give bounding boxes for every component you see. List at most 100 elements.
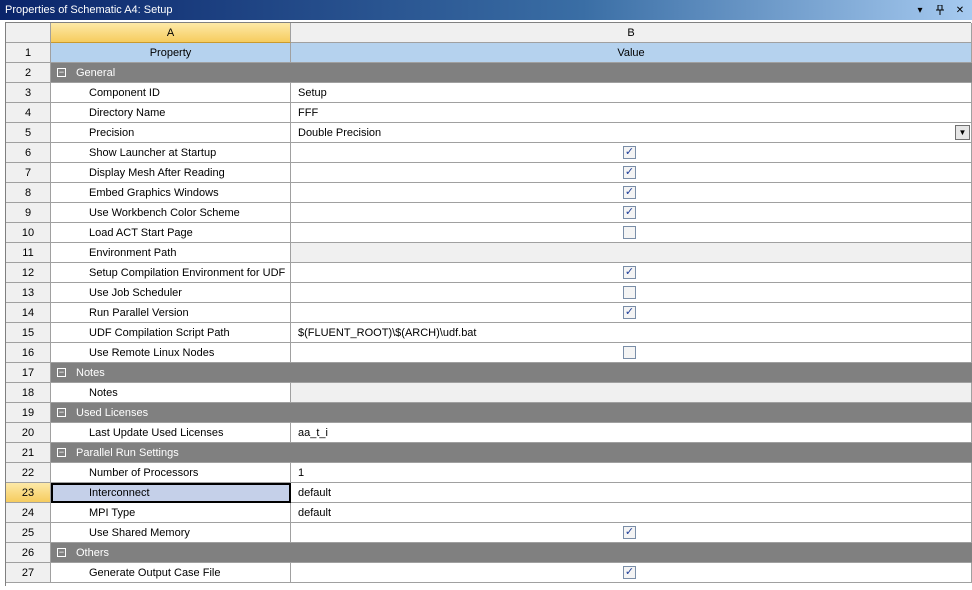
section-header[interactable]: − Used Licenses <box>51 403 972 423</box>
property-row[interactable]: 8 Embed Graphics Windows ✓ <box>6 183 972 203</box>
property-row[interactable]: 5 Precision Double Precision ▼ <box>6 123 972 143</box>
section-row[interactable]: 19− Used Licenses <box>6 403 972 423</box>
property-label[interactable]: Component ID <box>51 83 291 103</box>
property-label[interactable]: Use Workbench Color Scheme <box>51 203 291 223</box>
property-label[interactable]: Generate Output Case File <box>51 563 291 583</box>
property-value[interactable] <box>291 383 972 403</box>
property-label[interactable]: Show Launcher at Startup <box>51 143 291 163</box>
dropdown-arrow-icon[interactable]: ▼ <box>955 125 970 140</box>
section-header[interactable]: − Others <box>51 543 972 563</box>
row-number[interactable]: 6 <box>6 143 51 163</box>
property-value[interactable]: $(FLUENT_ROOT)\$(ARCH)\udf.bat <box>291 323 972 343</box>
precision-dropdown[interactable]: Double Precision ▼ <box>291 123 972 143</box>
property-label[interactable]: Display Mesh After Reading <box>51 163 291 183</box>
property-value[interactable]: 1 <box>291 463 972 483</box>
row-number[interactable]: 23 <box>6 483 51 503</box>
property-value[interactable]: default <box>291 483 972 503</box>
checkbox-checked[interactable]: ✓ <box>623 526 636 539</box>
checkbox-checked[interactable]: ✓ <box>623 186 636 199</box>
collapse-icon[interactable]: − <box>57 448 66 457</box>
section-header[interactable]: − Parallel Run Settings <box>51 443 972 463</box>
collapse-icon[interactable]: − <box>57 548 66 557</box>
checkbox-checked[interactable]: ✓ <box>623 566 636 579</box>
row-number[interactable]: 4 <box>6 103 51 123</box>
row-number[interactable]: 12 <box>6 263 51 283</box>
property-label[interactable]: Precision <box>51 123 291 143</box>
property-label[interactable]: Load ACT Start Page <box>51 223 291 243</box>
property-value[interactable]: aa_t_i <box>291 423 972 443</box>
property-label[interactable]: Setup Compilation Environment for UDF <box>51 263 291 283</box>
property-row[interactable]: 3 Component ID Setup <box>6 83 972 103</box>
pin-icon[interactable] <box>930 0 950 20</box>
checkbox-unchecked[interactable] <box>623 226 636 239</box>
row-number[interactable]: 7 <box>6 163 51 183</box>
property-label[interactable]: Embed Graphics Windows <box>51 183 291 203</box>
row-number[interactable]: 1 <box>6 43 51 63</box>
property-row[interactable]: 15 UDF Compilation Script Path $(FLUENT_RO… <box>6 323 972 343</box>
property-label[interactable]: Use Remote Linux Nodes <box>51 343 291 363</box>
property-label[interactable]: Use Shared Memory <box>51 523 291 543</box>
property-row[interactable]: 23 Interconnect default <box>6 483 972 503</box>
row-number[interactable]: 10 <box>6 223 51 243</box>
section-row[interactable]: 26− Others <box>6 543 972 563</box>
row-number[interactable]: 15 <box>6 323 51 343</box>
column-header-a[interactable]: A <box>51 23 291 43</box>
row-number[interactable]: 21 <box>6 443 51 463</box>
property-row[interactable]: 13 Use Job Scheduler <box>6 283 972 303</box>
row-number[interactable]: 22 <box>6 463 51 483</box>
property-row[interactable]: 6 Show Launcher at Startup ✓ <box>6 143 972 163</box>
property-label[interactable]: Notes <box>51 383 291 403</box>
property-row[interactable]: 22 Number of Processors 1 <box>6 463 972 483</box>
row-number[interactable]: 25 <box>6 523 51 543</box>
section-header[interactable]: − General <box>51 63 972 83</box>
corner-cell[interactable] <box>6 23 51 43</box>
property-label[interactable]: Interconnect <box>51 483 291 503</box>
row-number[interactable]: 8 <box>6 183 51 203</box>
property-row[interactable]: 9 Use Workbench Color Scheme ✓ <box>6 203 972 223</box>
property-row[interactable]: 24 MPI Type default <box>6 503 972 523</box>
checkbox-checked[interactable]: ✓ <box>623 146 636 159</box>
property-label[interactable]: Last Update Used Licenses <box>51 423 291 443</box>
property-value[interactable] <box>291 243 972 263</box>
row-number[interactable]: 20 <box>6 423 51 443</box>
column-header-b[interactable]: B <box>291 23 972 43</box>
section-row[interactable]: 17− Notes <box>6 363 972 383</box>
checkbox-checked[interactable]: ✓ <box>623 206 636 219</box>
row-number[interactable]: 11 <box>6 243 51 263</box>
collapse-icon[interactable]: − <box>57 368 66 377</box>
property-value[interactable]: Setup <box>291 83 972 103</box>
row-number[interactable]: 14 <box>6 303 51 323</box>
row-number[interactable]: 9 <box>6 203 51 223</box>
section-header[interactable]: − Notes <box>51 363 972 383</box>
checkbox-checked[interactable]: ✓ <box>623 266 636 279</box>
property-row[interactable]: 27 Generate Output Case File ✓ <box>6 563 972 583</box>
property-row[interactable]: 11 Environment Path <box>6 243 972 263</box>
property-label[interactable]: Run Parallel Version <box>51 303 291 323</box>
checkbox-checked[interactable]: ✓ <box>623 166 636 179</box>
row-number[interactable]: 13 <box>6 283 51 303</box>
property-value[interactable]: default <box>291 503 972 523</box>
row-number[interactable]: 17 <box>6 363 51 383</box>
collapse-icon[interactable]: − <box>57 68 66 77</box>
row-number[interactable]: 2 <box>6 63 51 83</box>
checkbox-unchecked[interactable] <box>623 286 636 299</box>
row-number[interactable]: 19 <box>6 403 51 423</box>
collapse-icon[interactable]: − <box>57 408 66 417</box>
property-row[interactable]: 12 Setup Compilation Environment for UDF ✓ <box>6 263 972 283</box>
property-row[interactable]: 10 Load ACT Start Page <box>6 223 972 243</box>
property-value[interactable]: FFF <box>291 103 972 123</box>
property-label[interactable]: Environment Path <box>51 243 291 263</box>
property-row[interactable]: 7 Display Mesh After Reading ✓ <box>6 163 972 183</box>
row-number[interactable]: 27 <box>6 563 51 583</box>
row-number[interactable]: 16 <box>6 343 51 363</box>
checkbox-checked[interactable]: ✓ <box>623 306 636 319</box>
row-number[interactable]: 18 <box>6 383 51 403</box>
section-row[interactable]: 2− General <box>6 63 972 83</box>
property-label[interactable]: MPI Type <box>51 503 291 523</box>
row-number[interactable]: 24 <box>6 503 51 523</box>
row-number[interactable]: 26 <box>6 543 51 563</box>
close-icon[interactable]: ✕ <box>950 0 970 20</box>
property-label[interactable]: Number of Processors <box>51 463 291 483</box>
property-label[interactable]: Use Job Scheduler <box>51 283 291 303</box>
property-label[interactable]: Directory Name <box>51 103 291 123</box>
